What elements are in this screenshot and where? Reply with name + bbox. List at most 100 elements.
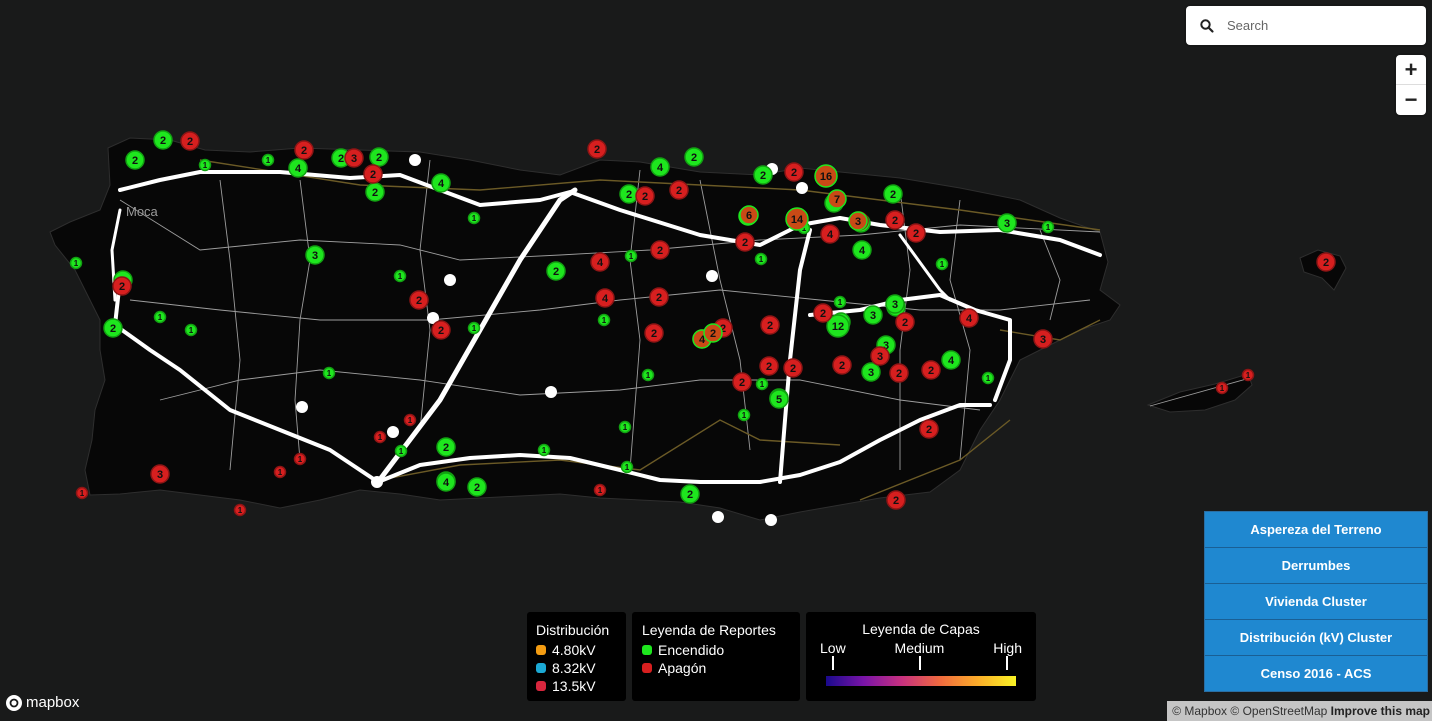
encendido-report-marker[interactable]: 1 <box>618 420 632 434</box>
apagon-report-marker[interactable]: 1 <box>293 452 307 466</box>
encendido-report-marker[interactable]: 4 <box>431 173 451 193</box>
encendido-report-marker[interactable]: 1 <box>1041 220 1055 234</box>
encendido-report-marker[interactable]: 1 <box>537 443 551 457</box>
apagon-report-marker[interactable]: 3 <box>150 464 170 484</box>
apagon-report-marker[interactable]: 2 <box>363 164 383 184</box>
encendido-report-marker[interactable]: 4 <box>852 240 872 260</box>
encendido-report-marker[interactable]: 1 <box>833 295 847 309</box>
encendido-report-marker[interactable]: 1 <box>184 323 198 337</box>
apagon-report-marker[interactable]: 1 <box>75 486 89 500</box>
encendido-report-marker[interactable]: 2 <box>619 184 639 204</box>
encendido-report-marker[interactable]: 1 <box>935 257 949 271</box>
encendido-report-marker[interactable]: 4 <box>288 158 308 178</box>
apagon-report-marker[interactable]: 2 <box>112 276 132 296</box>
encendido-report-marker[interactable]: 1 <box>755 377 769 391</box>
apagon-report-marker[interactable]: 2 <box>431 320 451 340</box>
apagon-report-marker[interactable]: 2 <box>635 186 655 206</box>
encendido-report-marker[interactable]: 1 <box>69 256 83 270</box>
encendido-report-marker[interactable]: 2 <box>467 477 487 497</box>
apagon-report-marker[interactable]: 1 <box>1241 368 1255 382</box>
encendido-report-marker[interactable]: 3 <box>997 213 1017 233</box>
apagon-report-marker[interactable]: 2 <box>732 372 752 392</box>
apagon-report-marker[interactable]: 2 <box>783 358 803 378</box>
encendido-report-marker[interactable]: 2 <box>436 437 456 457</box>
apagon-report-marker[interactable]: 2 <box>885 210 905 230</box>
encendido-report-marker[interactable]: 2 <box>883 184 903 204</box>
encendido-report-marker[interactable]: 2 <box>103 318 123 338</box>
apagon-report-marker[interactable]: 2 <box>760 315 780 335</box>
zoom-out-button[interactable]: − <box>1396 84 1426 114</box>
apagon-report-marker[interactable]: 3 <box>344 148 364 168</box>
apagon-report-marker[interactable]: 1 <box>273 465 287 479</box>
apagon-report-marker[interactable]: 2 <box>919 419 939 439</box>
apagon-report-marker[interactable]: 4 <box>595 288 615 308</box>
cluster-report-marker[interactable]: 3 <box>848 211 868 231</box>
encendido-report-marker[interactable]: 3 <box>861 362 881 382</box>
mapbox-logo[interactable]: mapbox <box>6 694 79 711</box>
encendido-report-marker[interactable]: 2 <box>365 182 385 202</box>
cluster-report-marker[interactable]: 2 <box>703 323 723 343</box>
apagon-report-marker[interactable]: 2 <box>784 162 804 182</box>
encendido-report-marker[interactable]: 1 <box>261 153 275 167</box>
encendido-report-marker[interactable]: 1 <box>198 158 212 172</box>
encendido-report-marker[interactable]: 1 <box>322 366 336 380</box>
apagon-report-marker[interactable]: 2 <box>906 223 926 243</box>
apagon-report-marker[interactable]: 2 <box>889 363 909 383</box>
apagon-report-marker[interactable]: 1 <box>403 413 417 427</box>
apagon-report-marker[interactable]: 2 <box>895 312 915 332</box>
attribution-mapbox-link[interactable]: © Mapbox <box>1172 704 1227 718</box>
apagon-report-marker[interactable]: 2 <box>294 140 314 160</box>
encendido-report-marker[interactable]: 2 <box>753 165 773 185</box>
encendido-report-marker[interactable]: 2 <box>680 484 700 504</box>
apagon-report-marker[interactable]: 2 <box>644 323 664 343</box>
layer-aspereza-button[interactable]: Aspereza del Terreno <box>1205 512 1427 548</box>
apagon-report-marker[interactable]: 3 <box>870 346 890 366</box>
encendido-report-marker[interactable]: 1 <box>981 371 995 385</box>
apagon-report-marker[interactable]: 1 <box>593 483 607 497</box>
apagon-report-marker[interactable]: 4 <box>590 252 610 272</box>
apagon-report-marker[interactable]: 4 <box>959 308 979 328</box>
zoom-in-button[interactable]: + <box>1396 55 1426 84</box>
encendido-report-marker[interactable]: 4 <box>436 472 456 492</box>
encendido-report-marker[interactable]: 1 <box>467 321 481 335</box>
apagon-report-marker[interactable]: 1 <box>1215 381 1229 395</box>
cluster-report-marker[interactable]: 6 <box>739 205 759 225</box>
encendido-report-marker[interactable]: 4 <box>941 350 961 370</box>
apagon-report-marker[interactable]: 2 <box>886 490 906 510</box>
cluster-report-marker[interactable]: 16 <box>814 164 838 188</box>
apagon-report-marker[interactable]: 2 <box>650 240 670 260</box>
encendido-report-marker[interactable]: 3 <box>305 245 325 265</box>
apagon-report-marker[interactable]: 2 <box>921 360 941 380</box>
layer-derrumbes-button[interactable]: Derrumbes <box>1205 548 1427 584</box>
apagon-report-marker[interactable]: 3 <box>1033 329 1053 349</box>
cluster-report-marker[interactable]: 14 <box>785 207 809 231</box>
apagon-report-marker[interactable]: 2 <box>409 290 429 310</box>
encendido-report-marker[interactable]: 1 <box>754 252 768 266</box>
encendido-report-marker[interactable]: 2 <box>125 150 145 170</box>
encendido-report-marker[interactable]: 1 <box>153 310 167 324</box>
apagon-report-marker[interactable]: 2 <box>649 287 669 307</box>
apagon-report-marker[interactable]: 2 <box>587 139 607 159</box>
attribution-osm-link[interactable]: © OpenStreetMap <box>1230 704 1327 718</box>
encendido-report-marker[interactable]: 1 <box>394 444 408 458</box>
encendido-report-marker[interactable]: 5 <box>769 389 789 409</box>
encendido-report-marker[interactable]: 2 <box>369 147 389 167</box>
apagon-report-marker[interactable]: 2 <box>813 303 833 323</box>
encendido-report-marker[interactable]: 1 <box>393 269 407 283</box>
apagon-report-marker[interactable]: 2 <box>180 131 200 151</box>
encendido-report-marker[interactable]: 1 <box>620 460 634 474</box>
apagon-report-marker[interactable]: 2 <box>759 356 779 376</box>
search-box[interactable] <box>1186 6 1426 45</box>
apagon-report-marker[interactable]: 2 <box>1316 252 1336 272</box>
improve-map-link[interactable]: Improve this map <box>1331 704 1430 718</box>
layer-distribucion-button[interactable]: Distribución (kV) Cluster <box>1205 620 1427 656</box>
layer-vivienda-button[interactable]: Vivienda Cluster <box>1205 584 1427 620</box>
apagon-report-marker[interactable]: 1 <box>233 503 247 517</box>
encendido-report-marker[interactable]: 1 <box>624 249 638 263</box>
apagon-report-marker[interactable]: 2 <box>832 355 852 375</box>
cluster-report-marker[interactable]: 7 <box>827 189 847 209</box>
encendido-report-marker[interactable]: 3 <box>885 294 905 314</box>
encendido-report-marker[interactable]: 4 <box>650 157 670 177</box>
search-input[interactable] <box>1225 17 1409 34</box>
encendido-report-marker[interactable]: 2 <box>153 130 173 150</box>
